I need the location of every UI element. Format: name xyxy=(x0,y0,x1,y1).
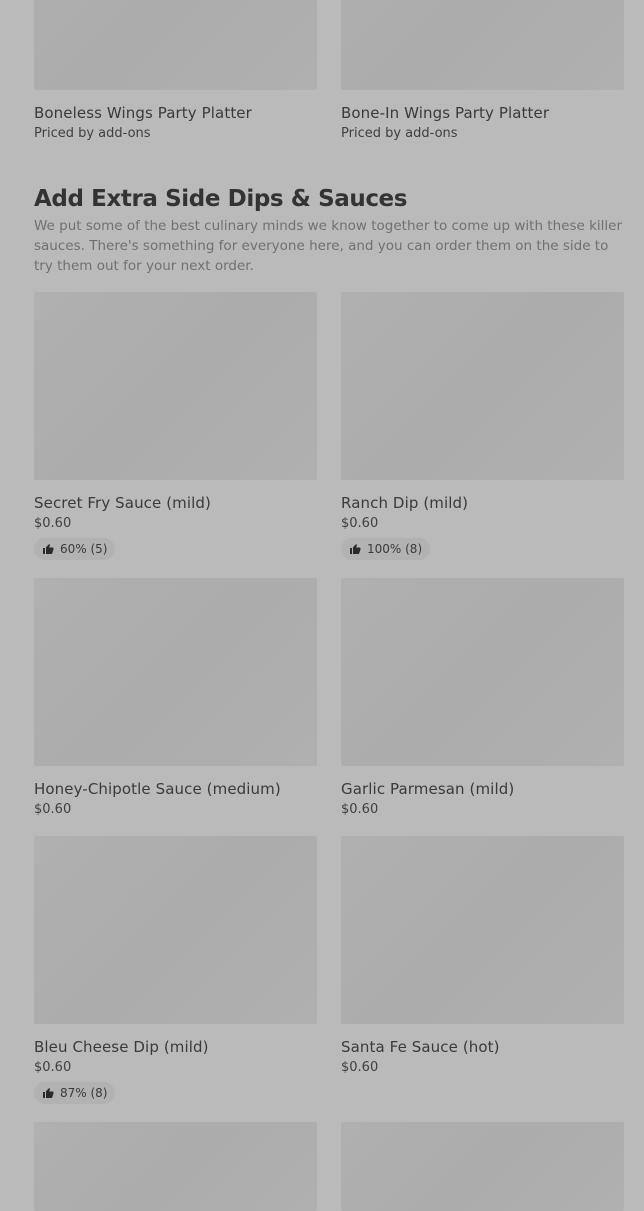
menu-item-card[interactable]: Garlic Parmesan (mild) $0.60 xyxy=(341,578,624,818)
item-price: $0.60 xyxy=(34,1060,72,1075)
item-image xyxy=(341,578,624,766)
menu-item-card[interactable]: Secret Fry Sauce (mild) $0.60 60% (5) xyxy=(34,292,317,560)
menu-item-card[interactable]: Santa Fe Sauce (hot) $0.60 xyxy=(341,836,624,1076)
rating-badge: 87% (8) xyxy=(34,1082,116,1104)
rating-text: 100% (8) xyxy=(367,542,423,556)
item-image xyxy=(341,292,624,480)
rating-badge: 60% (5) xyxy=(34,538,116,560)
item-name: Ranch Dip (mild) xyxy=(341,494,469,512)
item-image xyxy=(34,1122,317,1211)
item-price: $0.60 xyxy=(34,516,72,531)
thumbs-up-icon xyxy=(42,543,54,555)
rating-text: 60% (5) xyxy=(60,542,108,556)
item-image xyxy=(341,0,624,90)
item-price: Priced by add-ons xyxy=(34,126,151,141)
menu-item-card[interactable]: Bleu Cheese Dip (mild) $0.60 87% (8) xyxy=(34,836,317,1104)
item-price: $0.60 xyxy=(341,1060,379,1075)
item-name: Honey-Chipotle Sauce (medium) xyxy=(34,780,281,798)
menu-item-card[interactable]: Ranch Dip (mild) $0.60 100% (8) xyxy=(341,292,624,560)
item-price: $0.60 xyxy=(341,802,379,817)
menu-item-card[interactable]: Honey-Chipotle Sauce (medium) $0.60 xyxy=(34,578,317,818)
section-description: We put some of the best culinary minds w… xyxy=(34,218,623,274)
item-name: Bone-In Wings Party Platter xyxy=(341,104,550,122)
item-price: $0.60 xyxy=(341,516,379,531)
item-price: Priced by add-ons xyxy=(341,126,458,141)
menu-item-card[interactable] xyxy=(34,1122,317,1211)
item-image xyxy=(34,292,317,480)
menu-item-card[interactable]: Bone-In Wings Party Platter Priced by ad… xyxy=(341,0,624,142)
item-name: Bleu Cheese Dip (mild) xyxy=(34,1038,209,1056)
item-image xyxy=(34,0,317,90)
thumbs-up-icon xyxy=(349,543,361,555)
section-title: Add Extra Side Dips & Sauces xyxy=(34,186,408,212)
item-image xyxy=(341,836,624,1024)
item-name: Secret Fry Sauce (mild) xyxy=(34,494,211,512)
rating-badge: 100% (8) xyxy=(341,538,431,560)
item-price: $0.60 xyxy=(34,802,72,817)
item-image xyxy=(34,836,317,1024)
menu-item-card[interactable]: Boneless Wings Party Platter Priced by a… xyxy=(34,0,317,142)
thumbs-up-icon xyxy=(42,1087,54,1099)
menu-page: Boneless Wings Party Platter Priced by a… xyxy=(0,0,644,1211)
item-image xyxy=(34,578,317,766)
rating-text: 87% (8) xyxy=(60,1086,108,1100)
item-image xyxy=(341,1122,624,1211)
item-name: Santa Fe Sauce (hot) xyxy=(341,1038,500,1056)
item-name: Boneless Wings Party Platter xyxy=(34,104,252,122)
item-name: Garlic Parmesan (mild) xyxy=(341,780,515,798)
menu-item-card[interactable] xyxy=(341,1122,624,1211)
